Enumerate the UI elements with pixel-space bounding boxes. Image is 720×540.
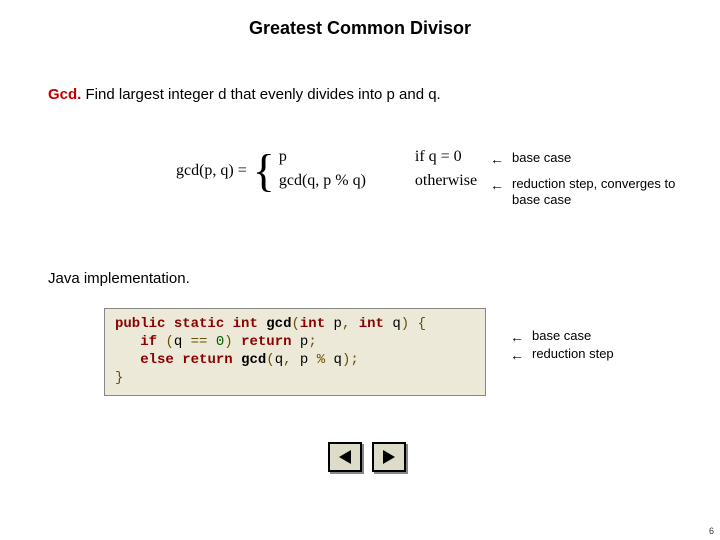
intro-line: Gcd. Find largest integer d that evenly … (48, 86, 441, 103)
next-button[interactable] (372, 442, 406, 472)
arrow-left-icon: ← (510, 328, 532, 345)
kw-int: int (300, 316, 325, 332)
gcd-formula: gcd(p, q) = { p if q = 0 gcd(q, p % q) o… (176, 148, 477, 194)
fn-name: gcd (241, 352, 266, 368)
case2-cond: otherwise (399, 172, 477, 190)
annotation-code-reduction: ← reduction step (510, 346, 614, 363)
java-heading: Java implementation. (48, 270, 190, 287)
kw-return: return (241, 334, 291, 350)
formula-lhs: gcd(p, q) = (176, 162, 253, 180)
prev-button[interactable] (328, 442, 362, 472)
case-recursive: gcd(q, p % q) otherwise (279, 172, 477, 194)
annotation-text: reduction step, converges to base case (512, 176, 702, 208)
nav-controls (328, 442, 406, 472)
case1-value: p (279, 148, 399, 166)
kw-return: return (182, 352, 232, 368)
annotation-code-base: ← base case (510, 328, 591, 345)
kw-if: if (140, 334, 157, 350)
kw-int: int (359, 316, 384, 332)
kw-else: else (140, 352, 174, 368)
arrow-left-icon: ← (510, 346, 532, 363)
arrow-left-icon: ← (490, 150, 512, 167)
fn-name: gcd (266, 316, 291, 332)
annotation-reduction: ← reduction step, converges to base case (490, 176, 702, 208)
slide: Greatest Common Divisor Gcd. Find larges… (0, 0, 720, 540)
code-block: public static int gcd(int p, int q) { if… (104, 308, 486, 396)
annotation-base-case: ← base case (490, 150, 571, 167)
kw-public: public (115, 316, 165, 332)
case1-cond: if q = 0 (399, 148, 462, 166)
brace-icon: { (253, 148, 279, 194)
annotation-text: base case (512, 150, 571, 166)
page-title: Greatest Common Divisor (0, 0, 720, 39)
intro-label: Gcd. (48, 86, 81, 103)
triangle-left-icon (339, 450, 351, 464)
page-number: 6 (709, 526, 714, 536)
case-base: p if q = 0 (279, 148, 477, 170)
arrow-left-icon: ← (490, 176, 512, 193)
intro-text: Find largest integer d that evenly divid… (81, 86, 440, 103)
kw-int: int (233, 316, 258, 332)
kw-static: static (174, 316, 224, 332)
annotation-text: reduction step (532, 346, 614, 362)
annotation-text: base case (532, 328, 591, 344)
triangle-right-icon (383, 450, 395, 464)
formula-cases: p if q = 0 gcd(q, p % q) otherwise (279, 148, 477, 194)
case2-value: gcd(q, p % q) (279, 172, 399, 190)
